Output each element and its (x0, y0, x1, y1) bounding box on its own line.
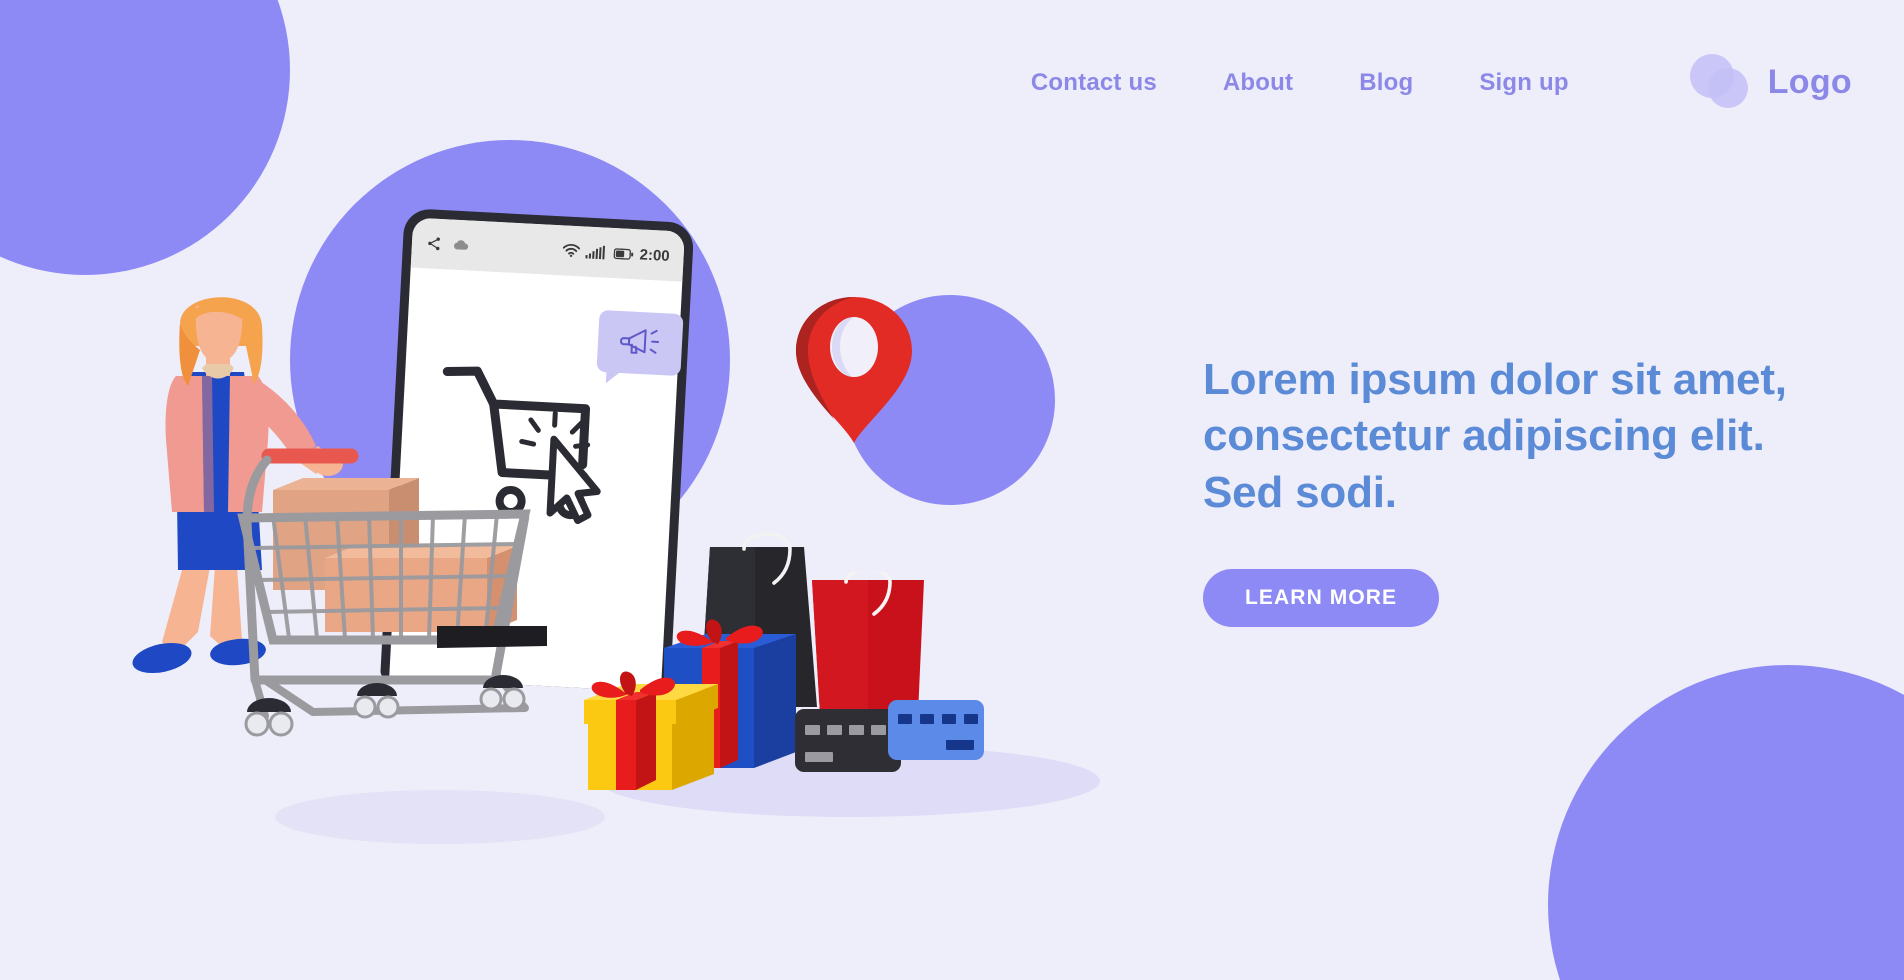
battery-icon (613, 247, 634, 260)
nav-item-blog[interactable]: Blog (1326, 69, 1446, 97)
blue-credit-card (888, 700, 984, 760)
shopping-cart (237, 448, 547, 737)
hero-illustration: 2:00 (0, 0, 1150, 980)
blob-bottom-right (1548, 665, 1904, 980)
yellow-gift-box (584, 671, 718, 790)
cloud-icon (454, 240, 469, 250)
phone-clock: 2:00 (639, 245, 671, 265)
wifi-icon (562, 243, 581, 258)
logo-text: Logo (1767, 63, 1852, 101)
megaphone-icon (620, 329, 660, 354)
ground-shadow-secondary (275, 790, 605, 844)
logo-circles-icon (1689, 53, 1752, 112)
share-icon (428, 237, 440, 251)
nav-item-about[interactable]: About (1190, 69, 1326, 97)
hero-headline: Lorem ipsum dolor sit amet, consectetur … (1203, 355, 1787, 517)
black-credit-card (795, 709, 901, 772)
page-root: Contact us About Blog Sign up Logo Lorem… (0, 0, 1904, 980)
signal-bars-icon (585, 245, 606, 260)
learn-more-button[interactable]: LEARN MORE (1203, 568, 1440, 627)
nav-item-sign-up[interactable]: Sign up (1446, 69, 1601, 97)
notification-bubble (596, 309, 684, 377)
map-pin-icon (796, 297, 912, 443)
logo[interactable]: Logo (1689, 53, 1852, 112)
hero-copy: Lorem ipsum dolor sit amet, consectetur … (1203, 352, 1823, 627)
